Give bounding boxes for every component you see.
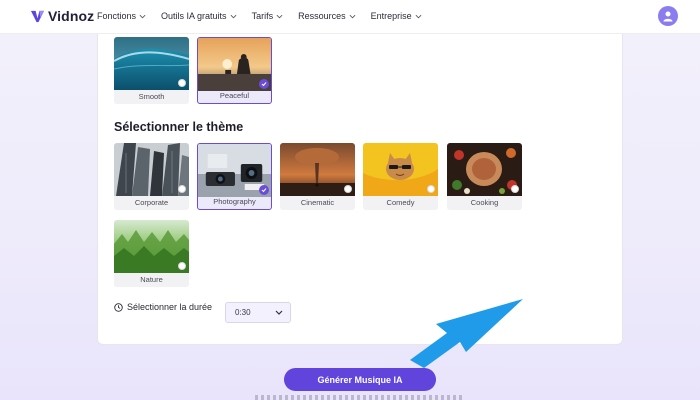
chevron-down-icon	[230, 14, 236, 18]
brand-logo[interactable]: Vidnoz	[30, 8, 94, 24]
radio-unselected-icon	[511, 185, 519, 193]
nav-item-label: Entreprise	[370, 11, 412, 21]
chevron-down-icon	[275, 310, 283, 315]
theme-label: Cooking	[470, 198, 499, 207]
nav-item-entreprise[interactable]: Entreprise	[371, 11, 422, 21]
chevron-down-icon	[276, 14, 283, 18]
vidnoz-logo-icon	[30, 10, 45, 22]
theme-option-comedy[interactable]: Comedy	[363, 143, 438, 210]
top-navbar: Vidnoz Fonctions Outils IA gratuits Tari…	[0, 0, 700, 34]
duration-label: Sélectionner la durée	[127, 302, 213, 312]
theme-label: Comedy	[386, 198, 415, 207]
generate-music-button[interactable]: Générer Musique IA	[284, 368, 436, 391]
theme-label: Nature	[140, 275, 163, 284]
mood-option-smooth[interactable]: Smooth	[114, 37, 189, 104]
nav-item-outils[interactable]: Outils IA gratuits	[161, 11, 237, 21]
nav-item-tarifs[interactable]: Tarifs	[252, 11, 284, 21]
theme-label: Cinematic	[300, 198, 335, 207]
theme-option-cooking[interactable]: Cooking	[447, 143, 522, 210]
theme-option-nature[interactable]: Nature	[114, 220, 189, 287]
radio-unselected-icon	[427, 185, 435, 193]
chevron-down-icon	[349, 14, 356, 18]
theme-label: Corporate	[134, 198, 169, 207]
chevron-down-icon	[415, 14, 422, 18]
theme-option-photography[interactable]: Photography	[197, 143, 272, 210]
nav-item-label: Fonctions	[97, 11, 137, 21]
duration-value: 0:30	[235, 308, 251, 317]
radio-unselected-icon	[178, 185, 186, 193]
mood-option-peaceful[interactable]: Peaceful	[197, 37, 272, 104]
user-icon	[663, 11, 673, 22]
main-nav: Fonctions Outils IA gratuits Tarifs Ress…	[97, 11, 422, 21]
mood-label: Peaceful	[219, 91, 250, 100]
theme-option-corporate[interactable]: Corporate	[114, 143, 189, 210]
duration-row: Sélectionner la durée	[114, 302, 212, 312]
radio-unselected-icon	[178, 79, 186, 87]
clock-icon	[114, 302, 123, 312]
mood-label: Smooth	[138, 92, 165, 101]
nav-item-fonctions[interactable]: Fonctions	[97, 11, 146, 21]
nav-item-label: Ressources	[298, 11, 346, 21]
duration-select[interactable]: 0:30	[225, 302, 291, 323]
theme-option-cinematic[interactable]: Cinematic	[280, 143, 355, 210]
brand-name: Vidnoz	[48, 8, 95, 24]
selected-check-icon	[259, 185, 269, 195]
radio-unselected-icon	[178, 262, 186, 270]
radio-unselected-icon	[344, 185, 352, 193]
chevron-down-icon	[139, 14, 146, 18]
theme-section-title: Sélectionner le thème	[114, 120, 244, 134]
footer-hint-text	[255, 395, 465, 400]
user-avatar[interactable]	[658, 6, 678, 26]
selected-check-icon	[259, 79, 269, 89]
nav-item-label: Tarifs	[251, 11, 274, 21]
nav-item-label: Outils IA gratuits	[161, 11, 227, 21]
theme-label: Photography	[213, 197, 256, 206]
nav-item-ressources[interactable]: Ressources	[298, 11, 356, 21]
